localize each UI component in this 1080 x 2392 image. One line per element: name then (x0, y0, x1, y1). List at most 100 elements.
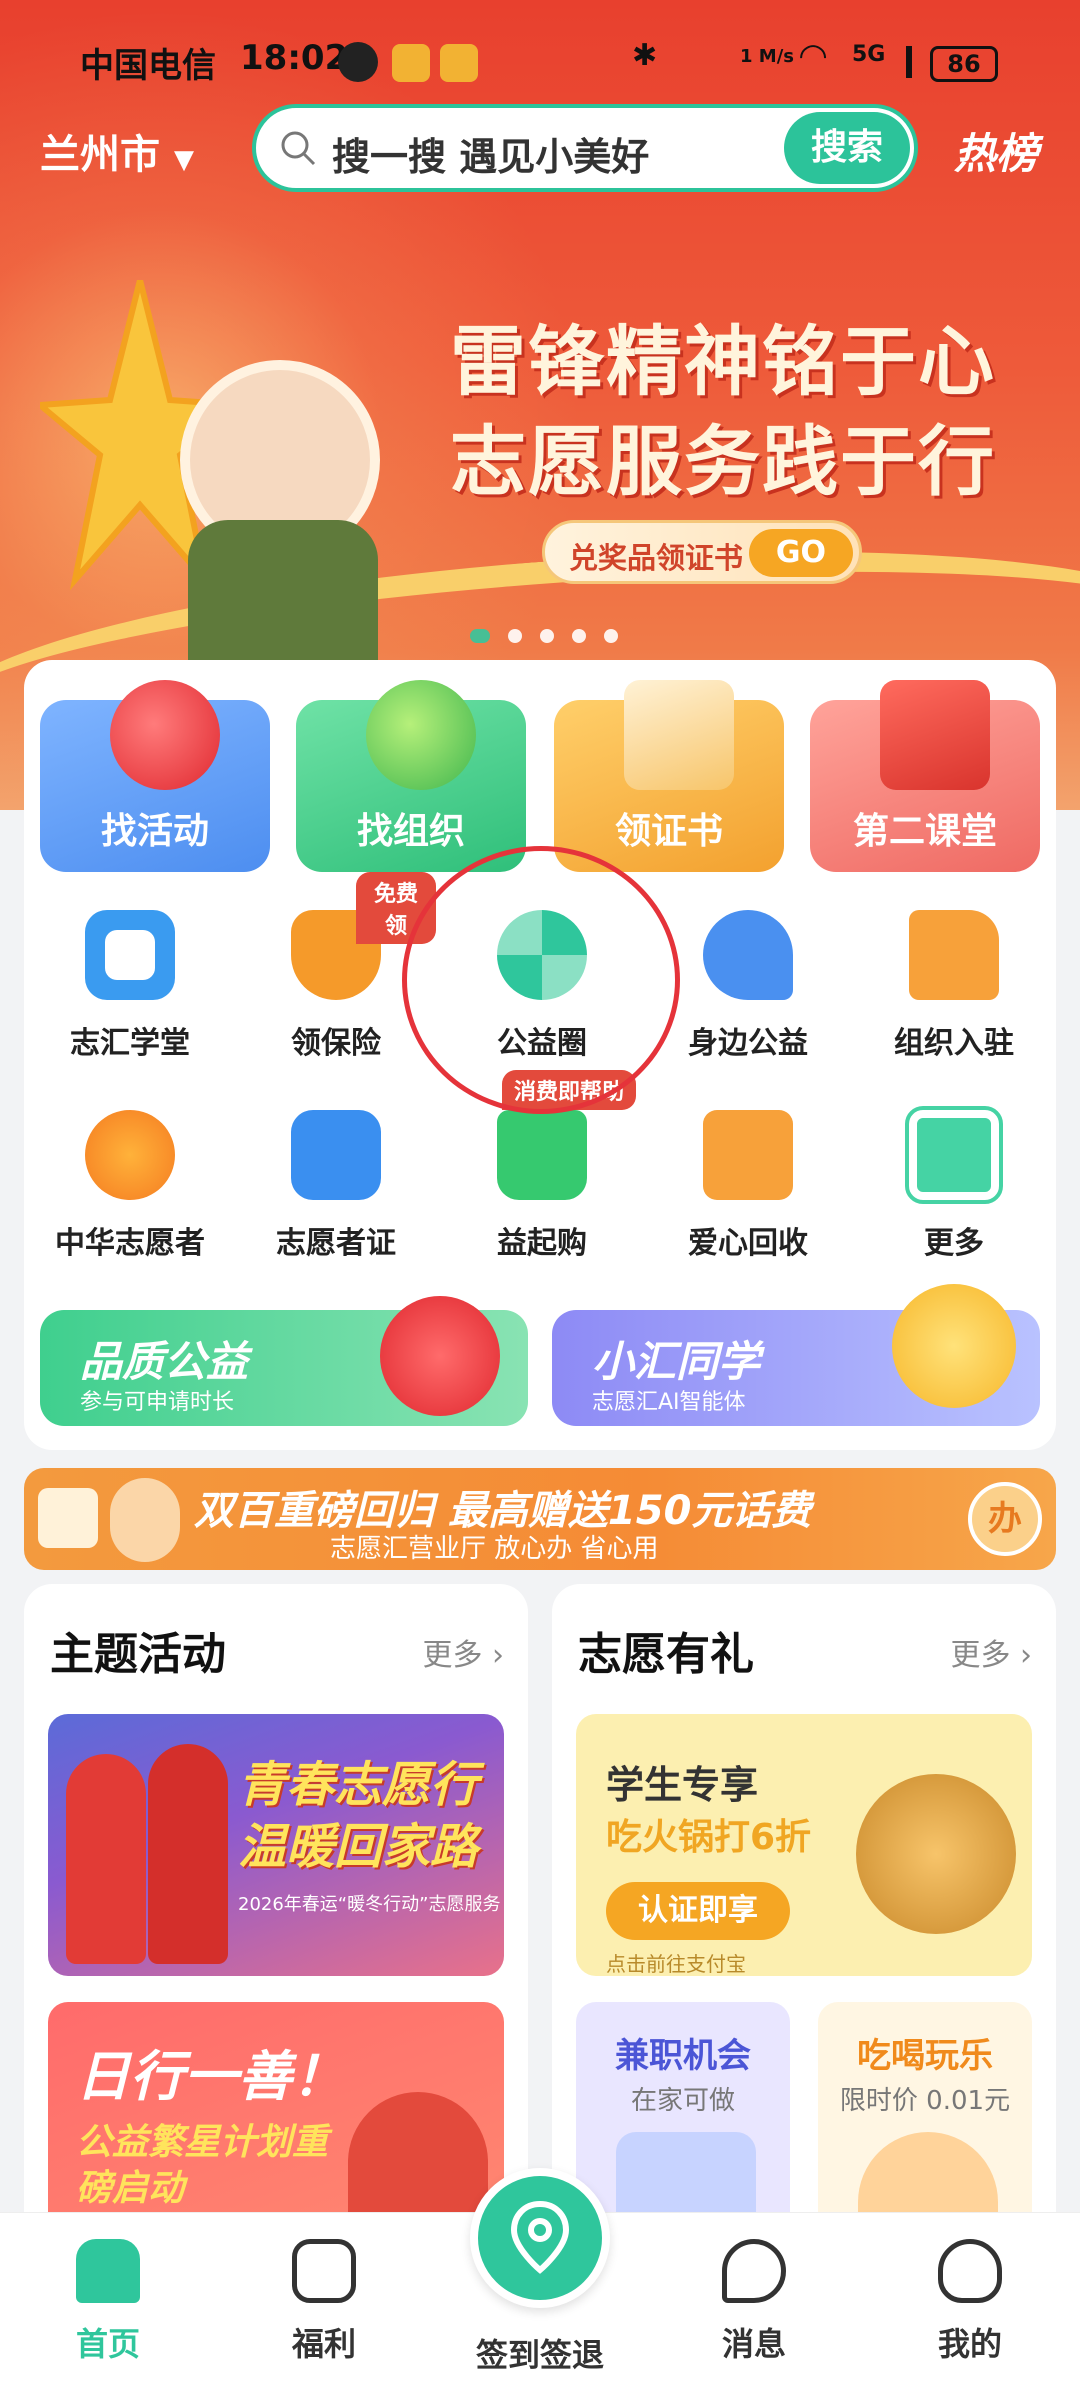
carousel-dots[interactable] (470, 628, 636, 647)
city-selector[interactable]: 兰州市 ▼ (40, 122, 194, 180)
grid-item-purchase[interactable]: 消费即帮助 益起购 (442, 1070, 642, 1262)
carousel-dot-active (470, 629, 490, 643)
status-carrier: 中国电信 (80, 46, 216, 86)
gift-subtitle: 吃火锅打6折 (606, 1817, 812, 1858)
grid-label: 组织入驻 (894, 1026, 1014, 1061)
grid-label: 志愿者证 (276, 1226, 396, 1261)
robot-mascot-icon (892, 1284, 1016, 1408)
grid-item-more[interactable]: 更多 (854, 1106, 1054, 1262)
certificate-icon (624, 680, 734, 790)
alarm-icon (338, 42, 378, 82)
mascot-icon (110, 1478, 180, 1562)
promo-title: 小汇同学 (592, 1337, 761, 1386)
nav-messages[interactable]: 消息 (674, 2239, 834, 2365)
search-button[interactable]: 搜索 (784, 112, 910, 184)
carousel-dot (540, 629, 554, 643)
banner-line-2: 志愿服务践于行 (450, 417, 996, 506)
nav-label: 首页 (75, 2325, 140, 2363)
promo-ai-assistant[interactable]: 小汇同学 志愿汇AI智能体 (552, 1284, 1040, 1426)
nav-profile[interactable]: 我的 (890, 2239, 1050, 2365)
grid-label: 更多 (924, 1226, 984, 1261)
more-label: 更多 (950, 1638, 1011, 1673)
signal-icon (884, 46, 912, 78)
grid-item-academy[interactable]: 志汇学堂 (30, 910, 230, 1062)
app-notify-icon-2 (440, 44, 478, 82)
tile-label: 第二课堂 (852, 811, 997, 852)
ad-subline: 志愿汇营业厅 放心办 省心用 (330, 1534, 659, 1564)
tile-certificate[interactable]: 领证书 (554, 680, 784, 872)
promo-quality-charity[interactable]: 品质公益 参与可申请时长 (40, 1296, 528, 1426)
banner-cta-button[interactable]: 兑奖品领证书 GO (542, 520, 862, 584)
tile-label: 找活动 (100, 811, 209, 852)
gift-note: 点击前往支付宝 (606, 1952, 746, 1976)
status-time: 18:02 (240, 38, 349, 78)
gift-subtitle: 限时价 0.01元 (839, 2086, 1011, 2116)
chevron-down-icon: ▼ (173, 145, 194, 175)
tile-second-classroom[interactable]: 第二课堂 (810, 680, 1040, 872)
megaphone-icon (366, 680, 476, 790)
heart-badge-icon (292, 2239, 356, 2303)
checkin-button[interactable] (470, 2168, 610, 2308)
battery-indicator: 86 (930, 46, 998, 82)
banner-cta-label: 兑奖品领证书 (569, 541, 744, 575)
gift-card-hotpot[interactable]: 学生专享 吃火锅打6折 认证即享 点击前往支付宝 (576, 1714, 1032, 1976)
theme-card-spring-festival[interactable]: 青春志愿行温暖回家路 2026年春运“暖冬行动”志愿服务 (48, 1714, 504, 1976)
volunteer-figure-2 (148, 1744, 228, 1964)
grid-label: 领保险 (291, 1026, 381, 1061)
heart-box-icon (703, 1110, 793, 1200)
promo-title: 品质公益 (80, 1337, 249, 1386)
card-subtitle: 公益繁星计划重磅启动 (76, 2122, 329, 2209)
gift-subtitle: 在家可做 (630, 2086, 735, 2116)
card-title: 青春志愿行温暖回家路 (238, 1757, 479, 1875)
grid-label: 中华志愿者 (55, 1226, 205, 1261)
search-bar[interactable]: 搜一搜 遇见小美好 搜索 (252, 104, 918, 192)
grid-item-org-join[interactable]: 组织入驻 (854, 910, 1054, 1062)
hot-list-link[interactable]: 热榜 (954, 120, 1038, 181)
profile-icon (938, 2239, 1002, 2303)
grid-label: 志汇学堂 (70, 1026, 190, 1061)
wifi-icon: ◠ (800, 36, 827, 76)
section-title: 主题活动 (50, 1629, 226, 1680)
hotpot-icon (856, 1774, 1016, 1934)
grid-item-china-volunteer[interactable]: 中华志愿者 (30, 1110, 230, 1262)
carousel-dot (508, 629, 522, 643)
nav-welfare[interactable]: 福利 (244, 2239, 404, 2365)
handle-button[interactable]: 办 (968, 1482, 1042, 1556)
ad-banner[interactable]: 双百重磅回归 最高赠送150元话费 志愿汇营业厅 放心办 省心用 办 (24, 1468, 1056, 1570)
theme-activity-section: 主题活动 更多 › 青春志愿行温暖回家路 2026年春运“暖冬行动”志愿服务 日… (24, 1584, 528, 2304)
banner-line-1: 雷锋精神铭于心 (450, 317, 996, 406)
go-button[interactable]: GO (749, 529, 853, 577)
nav-home[interactable]: 首页 (28, 2239, 188, 2365)
home-icon (76, 2239, 140, 2303)
certify-button[interactable]: 认证即享 (606, 1882, 790, 1940)
gift-title: 兼职机会 (615, 2036, 751, 2076)
location-heart-icon (703, 910, 793, 1000)
search-icon (281, 131, 316, 166)
gift-title: 学生专享 (606, 1763, 759, 1807)
id-card-icon (291, 1110, 381, 1200)
heart-mascot-icon (380, 1296, 500, 1416)
more-link[interactable]: 更多 › (950, 1630, 1032, 1674)
location-pin-icon (510, 2200, 570, 2274)
section-title: 志愿有礼 (578, 1629, 754, 1680)
sim-card-icon (38, 1488, 98, 1548)
mascot-body (188, 520, 378, 670)
status-network: 5G (852, 42, 886, 67)
checkin-label: 签到签退 (475, 2336, 604, 2374)
search-input[interactable]: 搜一搜 遇见小美好 (332, 126, 649, 181)
heart-icon (110, 680, 220, 790)
flag-icon (909, 910, 999, 1000)
city-label: 兰州市 (40, 132, 160, 178)
shopping-bag-icon (497, 1110, 587, 1200)
grid-item-recycle[interactable]: 爱心回收 (648, 1110, 848, 1262)
bluetooth-icon: ✱ (632, 38, 658, 73)
tile-find-org[interactable]: 找组织 (296, 680, 526, 872)
grid-item-volunteer-card[interactable]: 志愿者证 (236, 1110, 436, 1262)
volunteer-figure (66, 1754, 146, 1964)
chat-icon (722, 2239, 786, 2303)
status-speed: 1 M/s (740, 46, 794, 67)
more-link[interactable]: 更多 › (422, 1630, 504, 1674)
tile-find-activity[interactable]: 找活动 (40, 680, 270, 872)
carousel-dot (604, 629, 618, 643)
card-subtitle: 2026年春运“暖冬行动”志愿服务 (238, 1894, 501, 1915)
